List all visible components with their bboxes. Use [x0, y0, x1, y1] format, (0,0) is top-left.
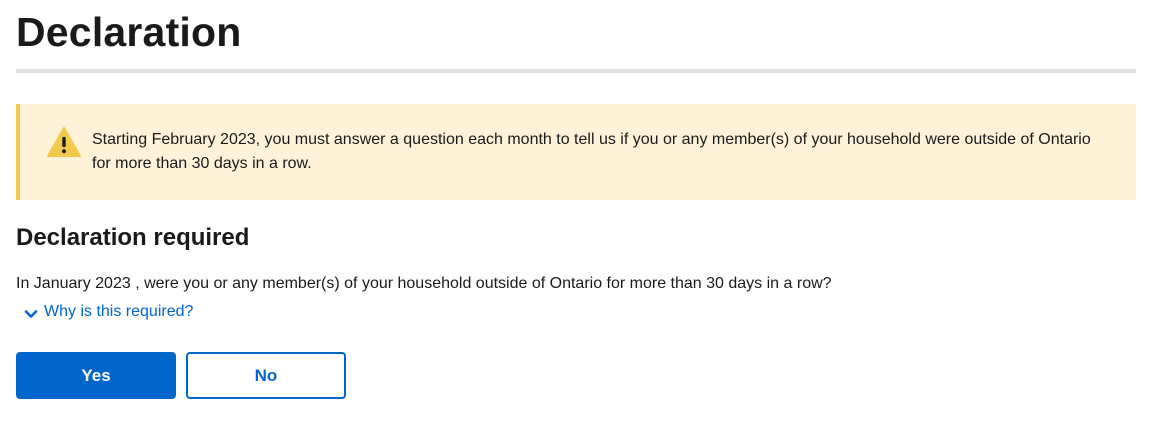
warning-message: Starting February 2023, you must answer … — [92, 131, 1091, 172]
warning-callout: Starting February 2023, you must answer … — [16, 104, 1136, 200]
yes-button[interactable]: Yes — [16, 352, 176, 399]
declaration-question: In January 2023 , were you or any member… — [16, 275, 832, 292]
why-required-toggle[interactable]: Why is this required? — [24, 300, 193, 324]
why-required-label: Why is this required? — [44, 303, 194, 320]
chevron-down-icon — [24, 305, 38, 319]
declaration-heading: Declaration required — [16, 224, 250, 251]
warning-triangle-icon — [46, 126, 82, 158]
title-divider — [16, 69, 1136, 73]
no-button[interactable]: No — [186, 352, 346, 399]
page-title: Declaration — [16, 9, 242, 55]
